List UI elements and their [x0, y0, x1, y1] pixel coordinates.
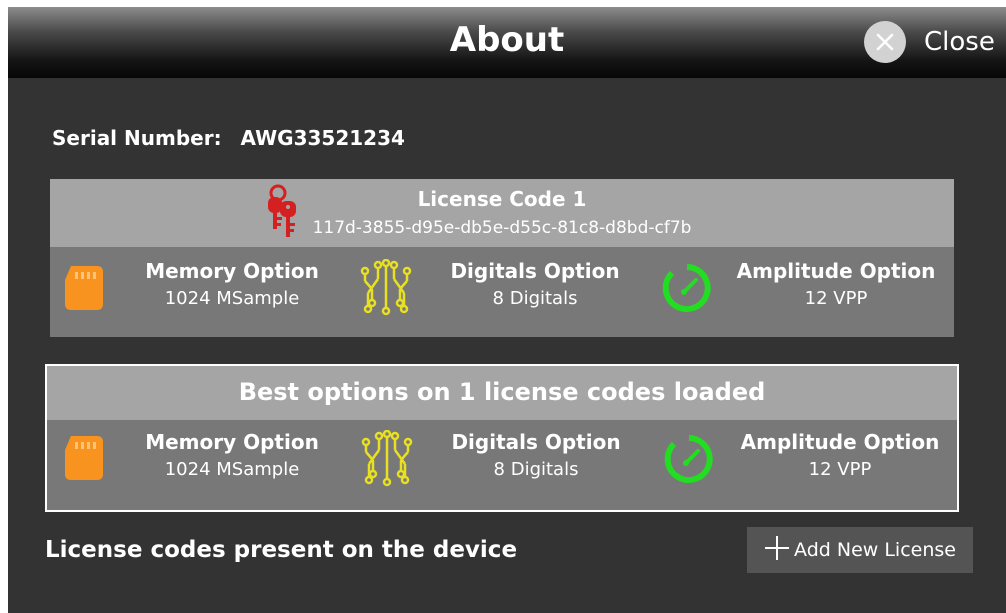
license-code: 117d-3855-d95e-db5e-d55c-81c8-d8bd-cf7b — [312, 218, 692, 238]
digitals-option-title: Digitals Option — [450, 259, 620, 283]
amplitude-option-title: Amplitude Option — [736, 259, 936, 283]
gauge-icon — [662, 263, 712, 317]
license-title: License Code 1 — [417, 187, 587, 211]
add-new-license-button[interactable]: Add New License — [747, 527, 973, 573]
license-header: License Code 1 117d-3855-d95e-db5e-d55c-… — [50, 179, 954, 247]
license-options-row: Memory Option 1024 MSample Digitals Opti… — [50, 253, 954, 323]
amplitude-option-value: 12 VPP — [804, 288, 868, 309]
memory-option-value: 1024 MSample — [164, 288, 300, 309]
dialog-title: About — [449, 20, 565, 60]
memory-option-value: 1024 MSample — [164, 459, 300, 480]
digitals-option: Digitals Option 8 Digitals — [430, 259, 640, 309]
memory-option-title: Memory Option — [145, 259, 319, 283]
serial-value: AWG33521234 — [240, 126, 405, 150]
about-dialog: About Close Serial Number: AWG33521234 L… — [8, 7, 1006, 613]
digitals-option-value: 8 Digitals — [492, 288, 578, 309]
sd-card-icon — [63, 434, 105, 486]
memory-option: Memory Option 1024 MSample — [127, 430, 337, 480]
license-codes-present-label: License codes present on the device — [45, 537, 518, 563]
best-options-row: Memory Option 1024 MSample Digitals Opti… — [47, 424, 951, 494]
best-options-card: Best options on 1 license codes loaded M… — [45, 364, 959, 512]
gauge-icon — [664, 434, 714, 488]
amplitude-option-value: 12 VPP — [808, 459, 872, 480]
close-label[interactable]: Close — [924, 27, 995, 57]
digitals-option-title: Digitals Option — [451, 430, 621, 454]
circuit-icon — [359, 429, 415, 492]
amplitude-option: Amplitude Option 12 VPP — [735, 430, 945, 480]
digitals-option: Digitals Option 8 Digitals — [431, 430, 641, 480]
circuit-icon — [358, 258, 414, 321]
memory-option: Memory Option 1024 MSample — [127, 259, 337, 309]
title-bar: About Close — [8, 7, 1006, 78]
license-card[interactable]: License Code 1 117d-3855-d95e-db5e-d55c-… — [50, 179, 954, 337]
best-options-header: Best options on 1 license codes loaded — [47, 366, 957, 420]
serial-number: Serial Number: AWG33521234 — [52, 126, 405, 150]
digitals-option-value: 8 Digitals — [493, 459, 579, 480]
close-button[interactable]: Close — [864, 20, 995, 64]
add-new-license-label[interactable]: Add New License — [794, 539, 956, 561]
sd-card-icon — [63, 264, 105, 316]
best-options-title: Best options on 1 license codes loaded — [238, 378, 766, 406]
serial-label: Serial Number: — [52, 126, 222, 150]
plus-icon[interactable] — [764, 535, 790, 566]
amplitude-option-title: Amplitude Option — [740, 430, 940, 454]
amplitude-option: Amplitude Option 12 VPP — [731, 259, 941, 309]
memory-option-title: Memory Option — [145, 430, 319, 454]
close-icon[interactable] — [864, 21, 906, 63]
